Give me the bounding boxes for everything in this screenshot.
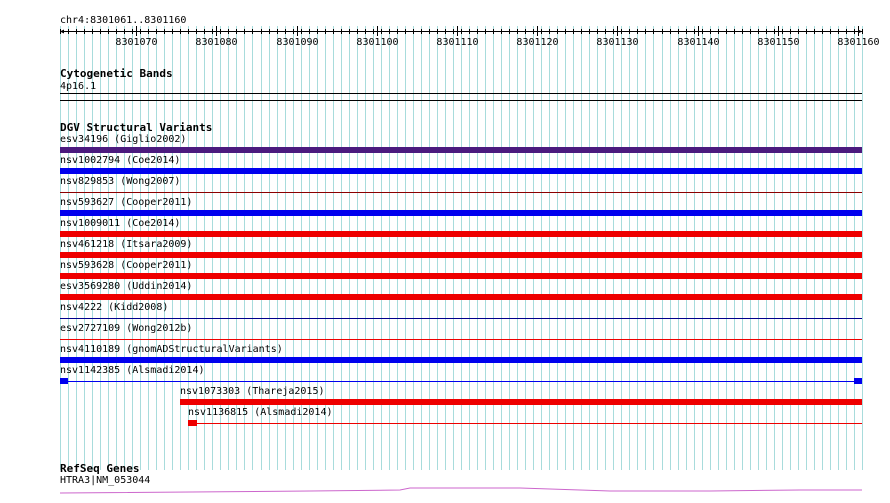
- dgv-feature-block-nsv1142385[interactable]: [854, 378, 862, 384]
- dgv-feature-bar-esv3569280[interactable]: [60, 294, 862, 300]
- dgv-feature-bar-nsv1073303[interactable]: [180, 399, 862, 405]
- dgv-feature-block-nsv1136815[interactable]: [188, 420, 197, 426]
- dgv-feature-bar-nsv461218[interactable]: [60, 252, 862, 258]
- dgv-feature-bar-esv34196[interactable]: [60, 147, 862, 153]
- dgv-feature-block-nsv1142385[interactable]: [60, 378, 68, 384]
- dgv-feature-bar-nsv593628[interactable]: [60, 273, 862, 279]
- dgv-feature-bar-nsv593627[interactable]: [60, 210, 862, 216]
- dgv-feature-bar-nsv4110189[interactable]: [60, 357, 862, 363]
- dgv-feature-bar-nsv1009011[interactable]: [60, 231, 862, 237]
- refseq-gene-line[interactable]: [59, 487, 862, 494]
- feature-tracks: [59, 93, 862, 494]
- refseq-gene-label[interactable]: HTRA3|NM_053044: [60, 475, 150, 487]
- dgv-feature-bar-nsv1002794[interactable]: [60, 168, 862, 174]
- refseq-track-title[interactable]: RefSeq Genes: [60, 462, 139, 475]
